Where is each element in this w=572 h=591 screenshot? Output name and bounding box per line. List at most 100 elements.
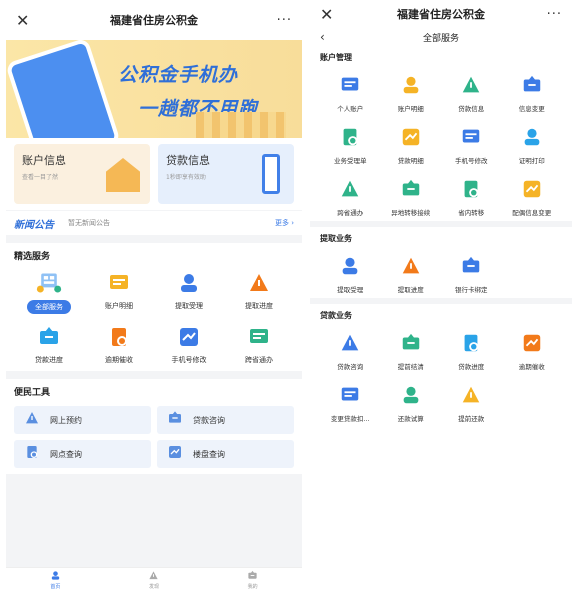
service-item[interactable]: 提取进度	[381, 254, 442, 294]
service-item[interactable]: 异地转移接续	[381, 177, 442, 217]
promo-banner[interactable]: 公积金手机办 一趟都不用跑	[6, 40, 302, 138]
service-item[interactable]: 提取受理	[320, 254, 381, 294]
tab-profile[interactable]: 我的	[247, 570, 258, 590]
news-logo: 新闻公告	[14, 219, 54, 231]
service-section: 账户管理 个人账户 账户明细 贷款信息 信息变更 业务受理单 贷款明细 手机号修…	[310, 46, 572, 221]
featured-grid: 全部服务 账户明细 提取受理 提取进度 贷款进度 逾期催收 手机号修改 跨省通办	[14, 270, 294, 365]
service-label: 手机号修改	[455, 157, 488, 165]
service-item[interactable]: 跨省通办	[224, 324, 294, 365]
info-cards: 账户信息 查看一目了然 贷款信息 1秒即享有效助	[6, 138, 302, 210]
service-item[interactable]: 账户明细	[84, 270, 154, 314]
service-label: 跨省通办	[337, 209, 364, 217]
service-item[interactable]: 提前结清	[381, 331, 442, 371]
service-section: 提取业务 提取受理 提取进度 银行卡绑定	[310, 227, 572, 298]
loan-info-card[interactable]: 贷款信息 1秒即享有效助	[158, 144, 294, 204]
service-grid: 贷款咨询 提前结清 贷款进度 逾期催收 变更贷款扣... 还款试算 提前还款	[320, 331, 562, 423]
service-item[interactable]: 个人账户	[320, 73, 381, 113]
titlebar: ✕ 福建省住房公积金 ···	[6, 0, 302, 40]
account-detail-icon	[106, 270, 132, 296]
service-item[interactable]: 账户明细	[381, 73, 442, 113]
service-item[interactable]: 贷款进度	[441, 331, 502, 371]
more-icon[interactable]: ···	[272, 13, 292, 28]
service-item[interactable]: 贷款进度	[14, 324, 84, 365]
service-item[interactable]: 贷款信息	[441, 73, 502, 113]
service-label: 还款试算	[397, 415, 424, 423]
account-detail-icon	[399, 73, 423, 97]
tab-home[interactable]: 首页	[50, 570, 61, 590]
more-link[interactable]: 更多 ›	[275, 218, 294, 228]
cross-province-icon	[246, 324, 272, 350]
tab-bar: 首页 发现 我的	[6, 567, 302, 591]
back-icon[interactable]: ‹	[320, 30, 325, 44]
phone-illustration-icon	[6, 40, 121, 138]
buildings-illustration	[196, 112, 286, 138]
section-title: 账户管理	[320, 53, 352, 62]
service-label: 提取受理	[337, 286, 364, 294]
service-item[interactable]: 提前还款	[441, 383, 502, 423]
service-item[interactable]: 逾期催收	[502, 331, 563, 371]
service-label: 提前结清	[397, 363, 424, 371]
tool-label: 贷款咨询	[193, 415, 225, 425]
phone-change-icon	[176, 324, 202, 350]
service-label: 账户明细	[105, 302, 133, 310]
building-icon	[167, 444, 183, 464]
all-services-item[interactable]: 全部服务	[14, 270, 84, 314]
service-item[interactable]: 提取受理	[154, 270, 224, 314]
service-item[interactable]: 提取进度	[224, 270, 294, 314]
service-item[interactable]: 逾期催收	[84, 324, 154, 365]
service-section: 贷款业务 贷款咨询 提前结清 贷款进度 逾期催收 变更贷款扣... 还款试算 提…	[310, 304, 572, 427]
service-sections: 账户管理 个人账户 账户明细 贷款信息 信息变更 业务受理单 贷款明细 手机号修…	[310, 46, 572, 427]
service-item[interactable]: 变更贷款扣...	[320, 383, 381, 423]
more-icon[interactable]: ···	[542, 7, 562, 22]
service-label: 贷款信息	[458, 105, 485, 113]
service-label: 贷款明细	[397, 157, 424, 165]
tab-discover[interactable]: 发现	[148, 570, 159, 590]
tool-item[interactable]: 贷款咨询	[157, 406, 294, 434]
service-item[interactable]: 业务受理单	[320, 125, 381, 165]
service-item[interactable]: 银行卡绑定	[441, 254, 502, 294]
tab-label: 我的	[247, 583, 258, 590]
service-item[interactable]: 还款试算	[381, 383, 442, 423]
close-icon[interactable]: ✕	[16, 11, 36, 30]
profile-icon	[247, 570, 258, 583]
home-screen: ✕ 福建省住房公积金 ··· 公积金手机办 一趟都不用跑 账户信息 查看一目了然…	[6, 0, 302, 591]
overdue-collection-icon	[106, 324, 132, 350]
close-icon[interactable]: ✕	[320, 5, 340, 24]
service-label: 提取进度	[245, 302, 273, 310]
location-icon	[24, 444, 40, 464]
province-transfer-icon	[459, 177, 483, 201]
service-label: 账户明细	[397, 105, 424, 113]
service-label: 信息变更	[518, 105, 545, 113]
tool-item[interactable]: 网上预约	[14, 406, 151, 434]
all-services-icon	[36, 270, 62, 296]
service-item[interactable]: 证明打印	[502, 125, 563, 165]
service-item[interactable]: 贷款明细	[381, 125, 442, 165]
loan-info-icon	[459, 73, 483, 97]
service-label: 银行卡绑定	[455, 286, 488, 294]
service-item[interactable]: 手机号修改	[441, 125, 502, 165]
withdraw-progress-icon	[399, 254, 423, 278]
door-icon	[262, 154, 280, 194]
tab-label: 首页	[50, 583, 61, 590]
service-label: 贷款咨询	[337, 363, 364, 371]
withdraw-progress-icon	[246, 270, 272, 296]
service-label: 省内转移	[458, 209, 485, 217]
tool-item[interactable]: 网点查询	[14, 440, 151, 468]
account-info-card[interactable]: 账户信息 查看一目了然	[14, 144, 150, 204]
all-services-button[interactable]: 全部服务	[27, 300, 71, 314]
early-repay-icon	[459, 383, 483, 407]
service-item[interactable]: 信息变更	[502, 73, 563, 113]
house-icon	[24, 410, 40, 430]
discover-icon	[148, 570, 159, 583]
person-icon	[338, 73, 362, 97]
service-item[interactable]: 手机号修改	[154, 324, 224, 365]
section-title: 贷款业务	[320, 311, 352, 320]
service-item[interactable]: 跨省通办	[320, 177, 381, 217]
service-label: 贷款进度	[35, 356, 63, 364]
service-item[interactable]: 配偶信息变更	[502, 177, 563, 217]
service-item[interactable]: 省内转移	[441, 177, 502, 217]
service-item[interactable]: 贷款咨询	[320, 331, 381, 371]
tool-item[interactable]: 楼盘查询	[157, 440, 294, 468]
overdue-collection-icon	[520, 331, 544, 355]
chat-icon	[167, 410, 183, 430]
